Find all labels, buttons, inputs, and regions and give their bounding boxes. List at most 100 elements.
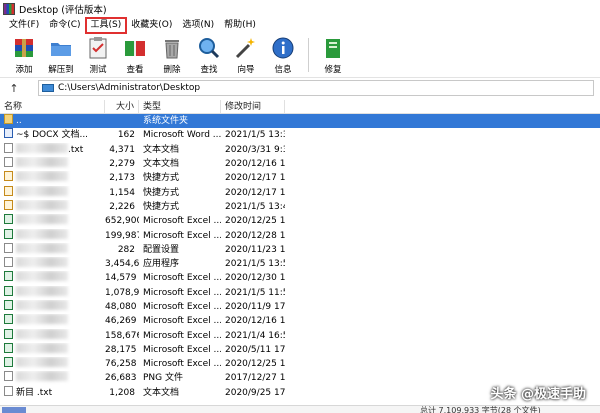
cell-type: Microsoft Excel ...: [143, 330, 221, 341]
test-clipboard-icon: [89, 37, 107, 59]
cell-type: 快捷方式: [143, 173, 180, 184]
cell-size: 162: [117, 130, 135, 141]
cell-name: [0, 171, 105, 185]
up-arrow-button[interactable]: ↑: [0, 79, 28, 97]
cell-name: [0, 342, 105, 357]
header-name[interactable]: 名称: [0, 99, 105, 114]
cell-size: [105, 114, 139, 128]
cell-name: [0, 300, 105, 314]
cell-type: 应用程序: [143, 259, 180, 270]
excel-file-icon: [4, 285, 13, 296]
delete-button[interactable]: 删除: [154, 34, 190, 76]
table-row[interactable]: 1,078,959 Microsoft Excel ... 2021/1/5 11:…: [0, 285, 600, 300]
repair-button[interactable]: 修复: [315, 34, 351, 76]
wizard-wand-icon: [235, 38, 255, 59]
menu-favorites[interactable]: 收藏夹(O): [126, 18, 177, 33]
extract-to-button[interactable]: 解压到: [43, 34, 79, 76]
cell-type: Microsoft Excel ...: [143, 273, 221, 284]
table-row[interactable]: 158,676 Microsoft Excel ... 2021/1/4 16:59: [0, 328, 600, 342]
add-label: 添加: [15, 65, 33, 75]
table-row[interactable]: .txt 4,371 文本文档 2020/3/31 9:31: [0, 142, 600, 157]
cell-size: 2,226: [109, 201, 135, 212]
table-row[interactable]: 48,080 Microsoft Excel ... 2020/11/9 17...: [0, 300, 600, 314]
blurred-filename: [16, 357, 68, 368]
wizard-button[interactable]: 向导: [228, 34, 264, 76]
blurred-filename: [16, 371, 68, 382]
cell-name: [0, 285, 105, 300]
address-field[interactable]: C:\Users\Administrator\Desktop: [38, 80, 594, 96]
table-row[interactable]: 14,579 Microsoft Excel ... 2020/12/30 1...: [0, 271, 600, 285]
cell-date: 2021/1/4 16:59: [225, 330, 285, 341]
table-row[interactable]: 2,226 快捷方式 2021/1/5 13:47: [0, 199, 600, 214]
excel-file-icon: [4, 214, 13, 225]
toolbar: 添加 解压到 测试 查看 删除 查找 向导 信息 修复: [0, 34, 600, 78]
table-row[interactable]: 76,258 Microsoft Excel ... 2020/12/25 1...: [0, 357, 600, 371]
cell-type: 文本文档: [143, 387, 180, 398]
delete-label: 删除: [163, 65, 181, 75]
cell-type: Microsoft Word ...: [143, 130, 221, 141]
shortcut-icon: [4, 199, 13, 210]
cell-size: 4,371: [109, 144, 135, 155]
table-row[interactable]: 2,279 文本文档 2020/12/16 1...: [0, 157, 600, 171]
cell-date: 2021/1/5 11:53: [225, 287, 285, 298]
cell-date: 2020/12/30 1...: [225, 273, 285, 284]
table-row[interactable]: 1,154 快捷方式 2020/12/17 1...: [0, 185, 600, 199]
info-button[interactable]: 信息: [265, 34, 301, 76]
menu-file[interactable]: 文件(F): [4, 18, 44, 33]
table-row[interactable]: 28,175 Microsoft Excel ... 2020/5/11 17...: [0, 342, 600, 357]
header-date[interactable]: 修改时间: [221, 99, 285, 114]
table-row[interactable]: 199,987 Microsoft Excel ... 2020/12/28 1..…: [0, 228, 600, 242]
cell-date: 2020/11/23 1...: [225, 244, 285, 255]
address-path: C:\Users\Administrator\Desktop: [58, 83, 201, 93]
file-name-text: ..: [16, 116, 22, 127]
table-row[interactable]: 2,173 快捷方式 2020/12/17 1...: [0, 171, 600, 185]
header-type[interactable]: 类型: [139, 99, 221, 114]
cell-name: [0, 185, 105, 200]
blurred-filename: [16, 314, 68, 325]
table-row[interactable]: 46,269 Microsoft Excel ... 2020/12/16 1...: [0, 314, 600, 328]
cell-date: 2020/3/31 9:31: [225, 144, 285, 155]
cell-date: 2021/1/5 13:47: [225, 201, 285, 212]
cell-date: 2020/12/17 1...: [225, 187, 285, 198]
table-row[interactable]: 652,900 Microsoft Excel ... 2020/12/25 1..…: [0, 214, 600, 228]
menu-help[interactable]: 帮助(H): [219, 18, 261, 33]
cell-name: [0, 228, 105, 243]
menu-options[interactable]: 选项(N): [177, 18, 219, 33]
test-button[interactable]: 测试: [80, 34, 116, 76]
folder-icon: [4, 114, 13, 125]
blurred-filename: [16, 300, 68, 310]
file-icon: [4, 371, 13, 382]
table-row[interactable]: .. 系统文件夹: [0, 114, 600, 129]
excel-file-icon: [4, 328, 13, 339]
repair-label: 修复: [324, 65, 342, 75]
excel-file-icon: [4, 228, 13, 239]
header-size[interactable]: 大小: [105, 99, 139, 114]
blurred-filename: [16, 171, 68, 182]
info-icon: [272, 37, 294, 59]
cell-type: PNG 文件: [143, 373, 183, 384]
menu-tools[interactable]: 工具(S): [84, 17, 128, 34]
file-name-text: 新目 .txt: [16, 387, 53, 398]
cell-size: 158,676: [105, 330, 139, 341]
repair-book-icon: [326, 39, 340, 58]
table-row[interactable]: 282 配置设置 2020/11/23 1...: [0, 242, 600, 257]
cell-type: 快捷方式: [143, 187, 180, 198]
menu-command[interactable]: 命令(C): [44, 18, 85, 33]
cell-type: Microsoft Excel ...: [143, 302, 221, 312]
file-list[interactable]: 名称 大小 类型 修改时间 .. 系统文件夹 ~$ DOCX 文档... 162 Mic…: [0, 99, 600, 405]
cell-size: 2,279: [109, 159, 135, 170]
cell-date: 2021/1/5 13:51: [225, 259, 285, 270]
table-row[interactable]: ~$ DOCX 文档... 162 Microsoft Word ... 2021/1…: [0, 128, 600, 142]
table-row[interactable]: 3,454,608 应用程序 2021/1/5 13:51: [0, 257, 600, 271]
view-label: 查看: [126, 65, 144, 75]
cell-type: Microsoft Excel ...: [143, 230, 221, 241]
blurred-filename: [16, 242, 68, 253]
view-button[interactable]: 查看: [117, 34, 153, 76]
cell-size: 48,080: [105, 302, 137, 312]
cell-size: 28,175: [105, 344, 137, 355]
file-icon: [4, 142, 13, 153]
cell-name: [0, 214, 105, 228]
add-button[interactable]: 添加: [6, 34, 42, 76]
excel-file-icon: [4, 314, 13, 325]
find-button[interactable]: 查找: [191, 34, 227, 76]
